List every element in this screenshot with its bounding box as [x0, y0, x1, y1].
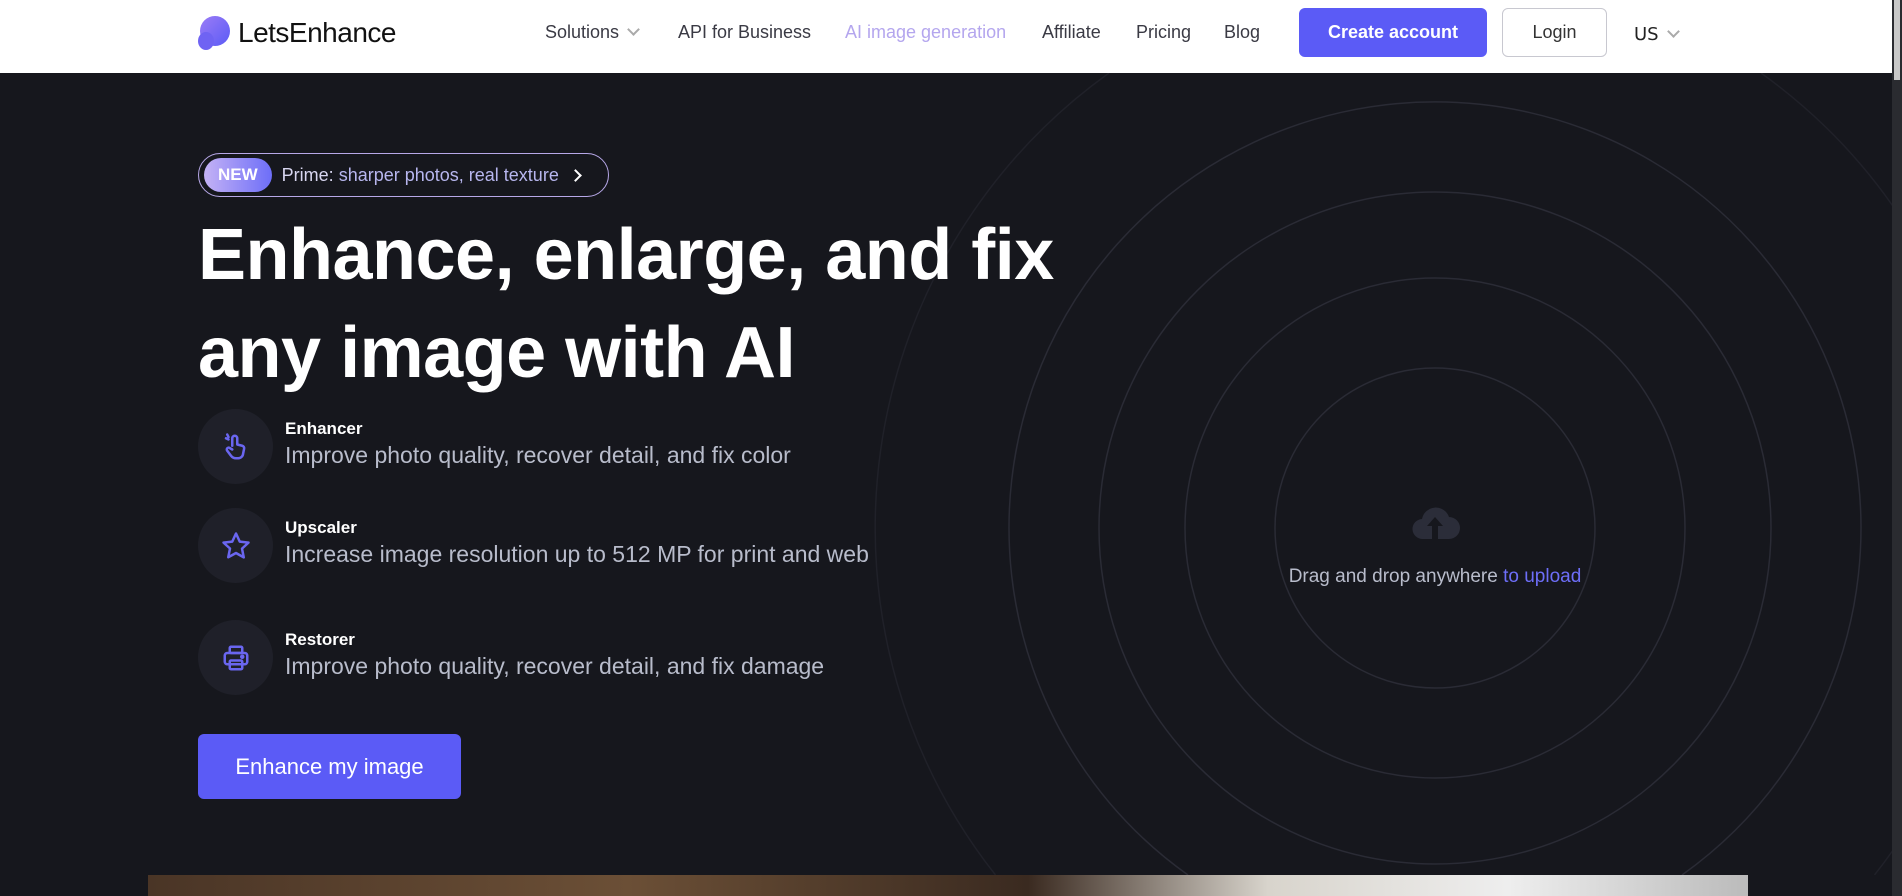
- logo-icon: [198, 16, 230, 50]
- language-selector[interactable]: US: [1634, 24, 1680, 45]
- nav-solutions[interactable]: Solutions: [545, 22, 640, 43]
- ring: [1760, 72, 1892, 875]
- create-account-button[interactable]: Create account: [1299, 8, 1487, 57]
- badge-text: Prime: sharper photos, real texture: [281, 164, 559, 185]
- new-label: NEW: [204, 158, 272, 192]
- feature-title: Upscaler: [285, 518, 357, 537]
- feature-title: Enhancer: [285, 419, 363, 438]
- logo-text: LetsEnhance: [238, 17, 396, 48]
- feature-upscaler: Upscaler Increase image resolution up to …: [198, 508, 905, 583]
- feature-description: Improve photo quality, recover detail, a…: [285, 442, 791, 468]
- feature-restorer: Restorer Improve photo quality, recover d…: [198, 620, 905, 695]
- nav-pricing[interactable]: Pricing: [1136, 22, 1191, 43]
- logo[interactable]: LetsEnhance: [198, 16, 396, 50]
- feature-description: Increase image resolution up to 512 MP f…: [285, 541, 869, 567]
- new-feature-badge[interactable]: NEW Prime: sharper photos, real texture: [198, 153, 609, 197]
- feature-description: Improve photo quality, recover detail, a…: [285, 653, 825, 679]
- scrollbar[interactable]: [1892, 0, 1902, 896]
- chevron-down-icon: [1666, 25, 1680, 38]
- top-navigation: LetsEnhance Solutions API for Business A…: [0, 0, 1892, 73]
- upload-dropzone[interactable]: Drag and drop anywhere to upload: [1135, 505, 1735, 588]
- chevron-right-icon: [568, 168, 582, 182]
- ring: [1008, 101, 1862, 875]
- page-title: Enhance, enlarge, and fix any image with …: [198, 215, 1054, 393]
- nav-affiliate[interactable]: Affiliate: [1042, 22, 1101, 43]
- printer-icon: [198, 620, 273, 695]
- feature-title: Restorer: [285, 630, 355, 649]
- upload-link[interactable]: to upload: [1503, 566, 1581, 587]
- upload-text: Drag and drop anywhere: [1288, 566, 1498, 587]
- cloud-upload-icon: [1412, 507, 1460, 540]
- example-image-preview: [148, 875, 1748, 896]
- hand-pointer-icon: [198, 409, 273, 484]
- star-icon: [198, 508, 273, 583]
- chevron-down-icon: [627, 23, 640, 36]
- nav-blog[interactable]: Blog: [1224, 22, 1260, 43]
- enhance-my-image-button[interactable]: Enhance my image: [198, 734, 461, 799]
- feature-enhancer: Enhancer Improve photo quality, recover d…: [198, 409, 905, 484]
- nav-ai-image-generation[interactable]: AI image generation: [845, 22, 1006, 43]
- nav-api-for-business[interactable]: API for Business: [678, 22, 811, 43]
- login-button[interactable]: Login: [1502, 8, 1607, 57]
